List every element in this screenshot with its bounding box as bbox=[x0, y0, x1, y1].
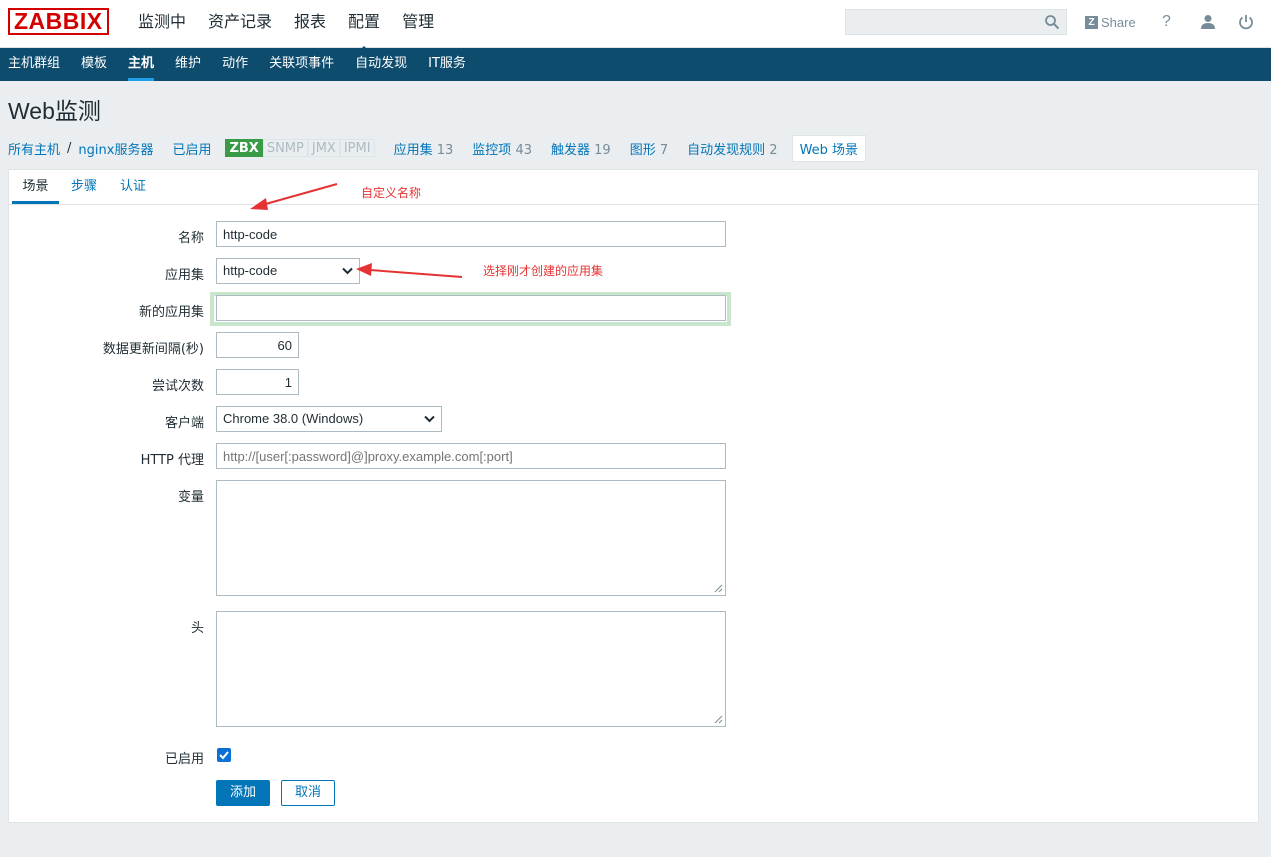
agent-selected-value: Chrome 38.0 (Windows) bbox=[223, 411, 364, 426]
subnav-host-groups[interactable]: 主机群组 bbox=[8, 48, 60, 81]
name-field[interactable] bbox=[216, 221, 726, 247]
subnav-templates[interactable]: 模板 bbox=[81, 48, 107, 81]
chevron-down-icon bbox=[342, 267, 353, 275]
triggers-link[interactable]: 触发器 19 bbox=[551, 139, 611, 158]
annotation-custom-name: 自定义名称 bbox=[361, 186, 422, 200]
headers-label: 头 bbox=[190, 621, 204, 636]
share-link[interactable]: Z Share bbox=[1085, 13, 1136, 31]
application-selected-value: http-code bbox=[223, 263, 278, 278]
page-title: Web监测 bbox=[8, 98, 101, 124]
subnav-event-correlation[interactable]: 关联项事件 bbox=[269, 48, 334, 81]
search-input[interactable] bbox=[845, 9, 1067, 35]
zbx-badge: ZBX bbox=[225, 139, 263, 157]
host-nav: 所有主机 / nginx服务器 已启用 ZBX SNMP JMX IPMI 应用… bbox=[8, 134, 867, 162]
add-button[interactable]: 添加 bbox=[216, 780, 270, 806]
applications-link[interactable]: 应用集 13 bbox=[394, 139, 454, 158]
tab-steps[interactable]: 步骤 bbox=[71, 170, 97, 204]
subnav-actions[interactable]: 动作 bbox=[222, 48, 248, 81]
web-scenarios-tab[interactable]: Web 场景 bbox=[791, 134, 867, 162]
share-label: Share bbox=[1101, 14, 1136, 30]
agent-select[interactable]: Chrome 38.0 (Windows) bbox=[216, 406, 442, 432]
application-select[interactable]: http-code bbox=[216, 258, 360, 284]
share-z-icon: Z bbox=[1085, 15, 1098, 29]
application-label: 应用集 bbox=[164, 268, 204, 283]
variables-label: 变量 bbox=[177, 490, 204, 505]
subnav-hosts[interactable]: 主机 bbox=[128, 48, 155, 81]
search-icon[interactable] bbox=[1044, 14, 1060, 30]
new-application-label: 新的应用集 bbox=[138, 305, 204, 320]
enabled-label: 已启用 bbox=[164, 752, 204, 767]
cancel-button[interactable]: 取消 bbox=[281, 780, 335, 806]
items-link[interactable]: 监控项 43 bbox=[472, 139, 532, 158]
tab-scenario[interactable]: 场景 bbox=[12, 170, 59, 204]
help-icon[interactable]: ? bbox=[1162, 13, 1180, 31]
sign-out-icon[interactable] bbox=[1237, 13, 1255, 31]
annotation-choose-application: 选择刚才创建的应用集 bbox=[483, 264, 604, 278]
snmp-badge: SNMP bbox=[262, 139, 308, 157]
http-proxy-field[interactable] bbox=[216, 443, 726, 469]
zabbix-logo[interactable]: ZABBIX bbox=[8, 8, 109, 35]
menu-inventory[interactable]: 资产记录 bbox=[208, 0, 272, 48]
subnav-it-services[interactable]: IT服务 bbox=[428, 48, 466, 81]
menu-configuration[interactable]: 配置 bbox=[348, 0, 380, 53]
form-tabs: 场景 步骤 认证 bbox=[9, 170, 1258, 205]
new-application-field[interactable] bbox=[216, 295, 726, 321]
host-link[interactable]: nginx服务器 bbox=[78, 139, 153, 158]
jmx-badge: JMX bbox=[307, 139, 340, 157]
check-icon bbox=[219, 751, 229, 760]
menu-monitoring[interactable]: 监测中 bbox=[138, 0, 186, 48]
subnav-maintenance[interactable]: 维护 bbox=[175, 48, 201, 81]
user-profile-icon[interactable] bbox=[1199, 13, 1217, 31]
availability-badges: ZBX SNMP JMX IPMI bbox=[225, 139, 375, 157]
update-interval-label: 数据更新间隔(秒) bbox=[102, 342, 204, 357]
breadcrumb-separator: / bbox=[67, 140, 72, 156]
menu-reports[interactable]: 报表 bbox=[294, 0, 326, 48]
name-label: 名称 bbox=[177, 231, 204, 246]
top-header: ZABBIX 监测中 资产记录 报表 配置 管理 Z Share ? bbox=[0, 0, 1271, 53]
sub-nav: 主机群组 模板 主机 维护 动作 关联项事件 自动发现 IT服务 bbox=[0, 48, 1271, 81]
enabled-checkbox[interactable] bbox=[217, 748, 231, 762]
attempts-label: 尝试次数 bbox=[151, 379, 204, 394]
chevron-down-icon bbox=[424, 415, 435, 423]
discovery-rules-link[interactable]: 自动发现规则 2 bbox=[687, 139, 777, 158]
ipmi-badge: IPMI bbox=[339, 139, 375, 157]
all-hosts-link[interactable]: 所有主机 bbox=[8, 139, 60, 158]
tab-authentication[interactable]: 认证 bbox=[120, 170, 146, 204]
agent-label: 客户端 bbox=[164, 416, 204, 431]
web-scenario-form: 场景 步骤 认证 名称 应用集 http-code 新的应用集 数据更新间隔(秒… bbox=[8, 169, 1259, 823]
resize-grip-icon[interactable] bbox=[714, 584, 723, 593]
http-proxy-label: HTTP 代理 bbox=[140, 453, 204, 468]
graphs-link[interactable]: 图形 7 bbox=[630, 139, 668, 158]
subnav-discovery[interactable]: 自动发现 bbox=[355, 48, 407, 81]
attempts-field[interactable] bbox=[216, 369, 299, 395]
variables-textarea[interactable] bbox=[216, 480, 726, 596]
host-status[interactable]: 已启用 bbox=[172, 139, 211, 158]
update-interval-field[interactable] bbox=[216, 332, 299, 358]
headers-textarea[interactable] bbox=[216, 611, 726, 727]
top-menu: 监测中 资产记录 报表 配置 管理 bbox=[138, 0, 456, 53]
menu-administration[interactable]: 管理 bbox=[402, 0, 434, 48]
resize-grip-icon[interactable] bbox=[714, 715, 723, 724]
